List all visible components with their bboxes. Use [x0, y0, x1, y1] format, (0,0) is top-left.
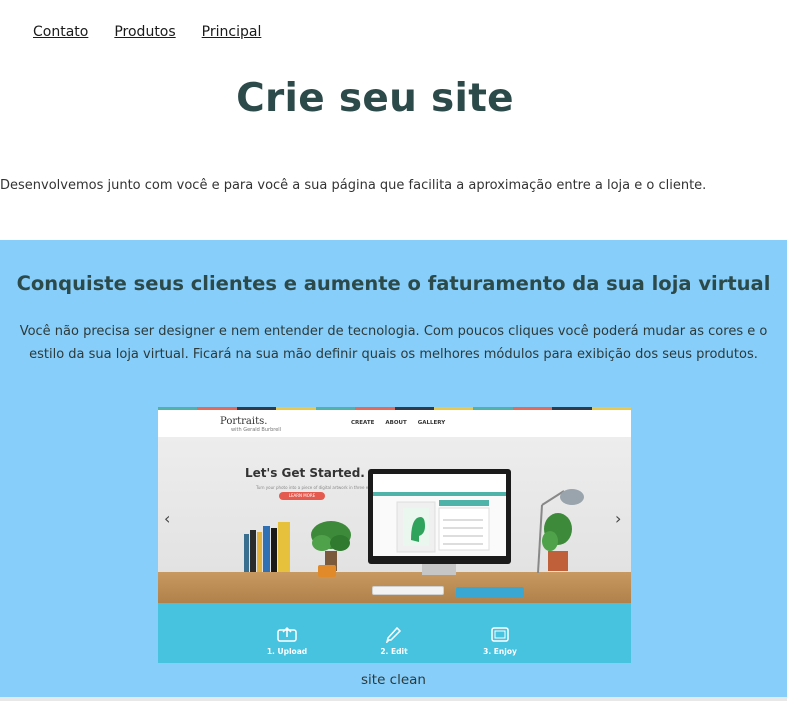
- book: [257, 532, 262, 572]
- steps-bar: 1. Upload 2. Edit 3. Enjoy: [158, 603, 631, 663]
- book: [278, 522, 290, 572]
- monitor-screen-content: [373, 474, 506, 553]
- cup: [318, 565, 336, 577]
- monitor-stand: [422, 564, 456, 575]
- book: [271, 528, 277, 572]
- carousel-prev-arrow[interactable]: ‹: [164, 509, 170, 528]
- top-nav: Contato Produtos Principal: [33, 24, 261, 40]
- upload-icon: [277, 626, 297, 642]
- feature-description: Você não precisa ser designer e nem ente…: [19, 324, 768, 362]
- preview-headline: Let's Get Started.: [245, 466, 365, 480]
- preview-menu: CREATE ABOUT GALLERY: [351, 420, 445, 426]
- frame-icon: [491, 627, 509, 642]
- step-edit: 2. Edit: [364, 625, 424, 656]
- plant-image: [542, 513, 572, 571]
- preview-hero-scene: Let's Get Started. Turn your photo into …: [158, 437, 631, 603]
- feature-title: Conquiste seus clientes e aumente o fatu…: [16, 272, 771, 295]
- nav-link-contato[interactable]: Contato: [33, 24, 88, 40]
- page-title: Crie seu site: [236, 76, 514, 121]
- nav-link-produtos[interactable]: Produtos: [114, 24, 175, 40]
- preview-logo: Portraits.: [220, 416, 268, 427]
- nav-link-principal[interactable]: Principal: [202, 24, 262, 40]
- preview-menu-about: ABOUT: [385, 420, 407, 426]
- carousel-next-arrow[interactable]: ›: [615, 509, 621, 528]
- step-enjoy-label: 3. Enjoy: [483, 647, 517, 656]
- computer-monitor: [368, 469, 511, 564]
- step-upload: 1. Upload: [257, 625, 317, 656]
- preview-menu-create: CREATE: [351, 420, 375, 426]
- step-upload-label: 1. Upload: [266, 647, 308, 656]
- preview-header: Portraits. with Gerald Burbrell CREATE A…: [158, 410, 631, 437]
- preview-menu-gallery: GALLERY: [417, 420, 446, 426]
- image-caption: site clean: [361, 672, 426, 688]
- pencil-icon: [385, 626, 402, 643]
- preview-logo-sub: with Gerald Burbrell: [231, 427, 282, 433]
- site-preview-image: Portraits. with Gerald Burbrell CREATE A…: [158, 407, 631, 663]
- step-edit-label: 2. Edit: [380, 647, 408, 656]
- preview-learn-more-button: LEARN MORE: [279, 492, 325, 500]
- mousepad: [456, 587, 524, 598]
- book: [244, 534, 249, 572]
- keyboard: [372, 586, 444, 595]
- book: [263, 526, 270, 572]
- feature-section: Conquiste seus clientes e aumente o fatu…: [0, 240, 787, 697]
- step-enjoy: 3. Enjoy: [470, 625, 530, 656]
- book: [250, 530, 256, 572]
- intro-text: Desenvolvemos junto com você e para você…: [0, 178, 707, 193]
